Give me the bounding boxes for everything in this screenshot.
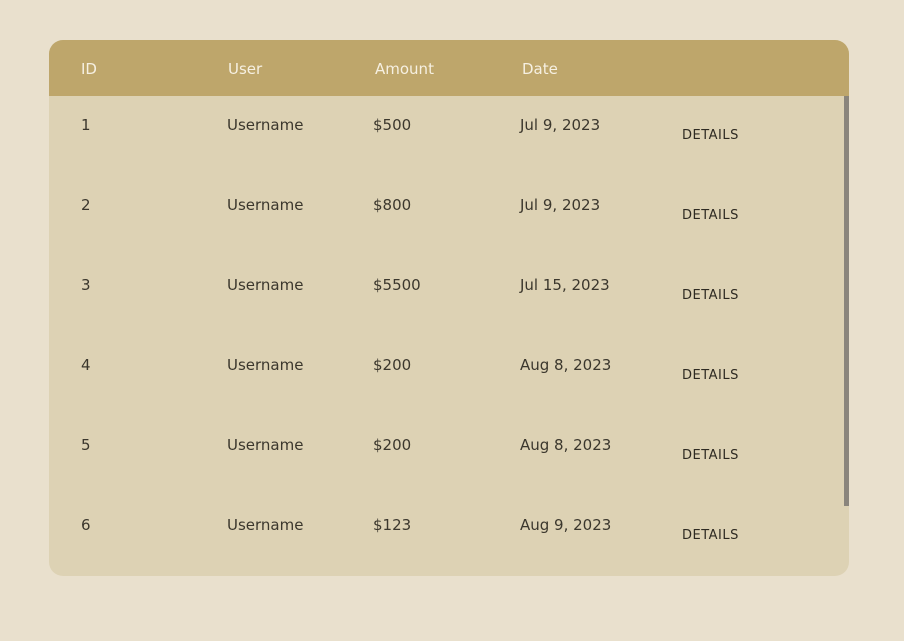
row-id: 6 (81, 516, 91, 534)
row-date: Jul 9, 2023 (520, 116, 601, 134)
row-date: Aug 8, 2023 (520, 436, 612, 454)
details-button[interactable]: DETAILS (682, 288, 739, 304)
table-row: 2 Username $800 Jul 9, 2023 DETAILS (49, 176, 849, 256)
row-amount: $200 (373, 356, 412, 374)
row-date: Jul 15, 2023 (520, 276, 610, 294)
row-id: 4 (81, 356, 91, 374)
row-id: 1 (81, 116, 91, 134)
column-header-amount[interactable]: Amount (375, 60, 434, 78)
transactions-table: ID User Amount Date 1 Username $500 Jul … (49, 40, 849, 576)
row-date: Aug 9, 2023 (520, 516, 612, 534)
column-header-id[interactable]: ID (81, 60, 97, 78)
details-button[interactable]: DETAILS (682, 368, 739, 384)
table-row: 5 Username $200 Aug 8, 2023 DETAILS (49, 416, 849, 496)
row-user: Username (227, 196, 304, 214)
row-amount: $800 (373, 196, 412, 214)
details-button[interactable]: DETAILS (682, 528, 739, 544)
table-row: 4 Username $200 Aug 8, 2023 DETAILS (49, 336, 849, 416)
row-id: 2 (81, 196, 91, 214)
scrollbar-thumb[interactable] (844, 96, 849, 506)
row-amount: $200 (373, 436, 412, 454)
column-header-date[interactable]: Date (522, 60, 558, 78)
table-row: 1 Username $500 Jul 9, 2023 DETAILS (49, 96, 849, 176)
row-user: Username (227, 516, 304, 534)
row-user: Username (227, 116, 304, 134)
column-header-user[interactable]: User (228, 60, 262, 78)
row-id: 3 (81, 276, 91, 294)
row-user: Username (227, 356, 304, 374)
details-button[interactable]: DETAILS (682, 208, 739, 224)
row-amount: $5500 (373, 276, 421, 294)
row-amount: $500 (373, 116, 412, 134)
row-date: Jul 9, 2023 (520, 196, 601, 214)
table-row: 6 Username $123 Aug 9, 2023 DETAILS (49, 496, 849, 576)
row-user: Username (227, 276, 304, 294)
table-body[interactable]: 1 Username $500 Jul 9, 2023 DETAILS 2 Us… (49, 96, 849, 576)
row-user: Username (227, 436, 304, 454)
row-date: Aug 8, 2023 (520, 356, 612, 374)
table-header: ID User Amount Date (49, 40, 849, 96)
row-id: 5 (81, 436, 91, 454)
row-amount: $123 (373, 516, 412, 534)
table-row: 3 Username $5500 Jul 15, 2023 DETAILS (49, 256, 849, 336)
details-button[interactable]: DETAILS (682, 128, 739, 144)
details-button[interactable]: DETAILS (682, 448, 739, 464)
